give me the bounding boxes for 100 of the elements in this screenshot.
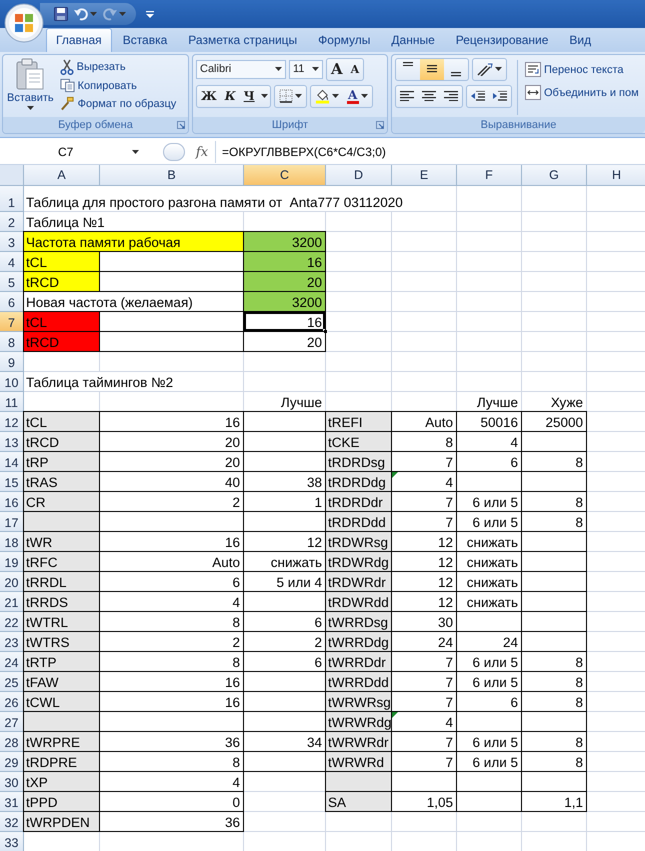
dialog-launcher-icon[interactable] <box>177 121 185 129</box>
table-cell: tRFC <box>24 552 99 571</box>
ribbon-tab[interactable]: Вид <box>559 28 602 52</box>
row-header[interactable]: 18 <box>0 532 24 552</box>
ribbon-tab[interactable]: Данные <box>381 28 445 52</box>
caret-icon <box>26 106 34 110</box>
row-header[interactable]: 29 <box>0 752 24 772</box>
row-header[interactable]: 14 <box>0 452 24 472</box>
row-header[interactable]: 12 <box>0 412 24 432</box>
row-header[interactable]: 5 <box>0 272 24 292</box>
row-header[interactable]: 24 <box>0 652 24 672</box>
row-header[interactable]: 11 <box>0 392 24 412</box>
row-header[interactable]: 31 <box>0 792 24 812</box>
caret-icon <box>312 67 319 71</box>
ribbon-tab[interactable]: Вставка <box>112 28 178 52</box>
save-button[interactable] <box>54 7 68 21</box>
row-header[interactable]: 19 <box>0 552 24 572</box>
table-cell-text: 12 <box>436 574 454 591</box>
dialog-launcher-icon[interactable] <box>376 121 384 129</box>
row-header[interactable]: 8 <box>0 332 24 352</box>
table-cell-text: 8 <box>231 654 241 671</box>
column-header[interactable]: E <box>392 165 457 186</box>
shrink-font-button[interactable]: A <box>346 58 364 80</box>
bold-button[interactable]: Ж <box>197 86 221 106</box>
row-header[interactable]: 3 <box>0 232 24 252</box>
insert-function-button[interactable]: fx <box>189 144 215 160</box>
formula-field[interactable]: =ОКРУГЛВВЕРХ(C6*C4/C3;0) <box>215 141 645 163</box>
row-header[interactable]: 30 <box>0 772 24 792</box>
table-cell-text: 6 или 5 <box>472 654 519 671</box>
row-header[interactable]: 22 <box>0 612 24 632</box>
grow-font-button[interactable]: A <box>327 58 347 80</box>
table-cell: tPPD <box>24 792 99 811</box>
table-cell: tREFI <box>326 412 391 431</box>
table-cell-text: 12 <box>306 534 323 551</box>
row-header[interactable]: 6 <box>0 292 24 312</box>
cut-button[interactable]: Вырезать <box>58 58 178 76</box>
row-header[interactable]: 26 <box>0 692 24 712</box>
row-header[interactable]: 28 <box>0 732 24 752</box>
fill-handle[interactable] <box>323 329 328 334</box>
font-name-field[interactable]: Calibri <box>196 60 286 78</box>
row-header[interactable]: 9 <box>0 352 24 372</box>
table-cell-text: 8 <box>574 654 584 671</box>
format-painter-button[interactable]: Формат по образцу <box>58 95 178 112</box>
row-header[interactable]: 27 <box>0 712 24 732</box>
row-header[interactable]: 16 <box>0 492 24 512</box>
row-header[interactable]: 33 <box>0 832 24 851</box>
vertical-align-button[interactable] <box>420 58 444 80</box>
name-box[interactable]: C7 <box>0 142 145 162</box>
clipboard-icon <box>15 58 46 90</box>
redo-button[interactable] <box>103 7 126 21</box>
paste-button[interactable]: Вставить <box>6 58 55 117</box>
table-cell-text: 24 <box>502 634 519 651</box>
merge-button[interactable]: Объединить и пом <box>523 84 641 101</box>
ribbon-tab[interactable]: Разметка страницы <box>178 28 308 52</box>
column-header[interactable]: H <box>587 165 645 186</box>
caret-icon <box>132 150 139 154</box>
resize-handle[interactable] <box>163 143 185 161</box>
table-cell-text: 8 <box>231 614 241 631</box>
row-header[interactable]: 20 <box>0 572 24 592</box>
table-cell-text: 34 <box>306 734 323 751</box>
undo-button[interactable] <box>74 7 97 21</box>
font-size-field[interactable]: 11 <box>289 60 323 78</box>
column-header[interactable]: A <box>24 165 100 186</box>
row-header[interactable]: 21 <box>0 592 24 612</box>
table-cell-text: 7 <box>444 454 454 471</box>
row-header[interactable]: 7 <box>0 312 24 332</box>
row-header[interactable]: 17 <box>0 512 24 532</box>
increase-indent-icon <box>493 90 507 102</box>
ribbon-tab[interactable]: Формулы <box>308 28 380 52</box>
font-color-button[interactable]: A <box>342 86 372 106</box>
table-cell-text: 6 <box>509 694 519 711</box>
row-header[interactable]: 4 <box>0 252 24 272</box>
table-cell-text: 12 <box>436 554 454 571</box>
column-header[interactable]: G <box>522 165 587 186</box>
row-header[interactable]: 23 <box>0 632 24 652</box>
column-header[interactable]: D <box>326 165 392 186</box>
row-header[interactable]: 32 <box>0 812 24 832</box>
caret-icon <box>275 67 282 71</box>
ribbon-tab[interactable]: Главная <box>46 28 112 52</box>
italic-button[interactable]: К <box>220 86 240 106</box>
table-cell-text: 6 <box>313 614 323 631</box>
group-title: Выравнивание <box>480 119 556 131</box>
row-header[interactable]: 10 <box>0 372 24 392</box>
row-header[interactable]: 2 <box>0 212 24 232</box>
row-header[interactable]: 15 <box>0 472 24 492</box>
row-header[interactable]: 25 <box>0 672 24 692</box>
column-header[interactable]: F <box>457 165 522 186</box>
table-cell: tCL <box>24 312 99 331</box>
wrap-text-button[interactable]: Перенос текста <box>523 61 641 78</box>
row-header[interactable]: 13 <box>0 432 24 452</box>
table-cell: tCKE <box>326 432 391 451</box>
column-header[interactable]: B <box>100 165 244 186</box>
copy-button[interactable]: Копировать <box>58 77 178 94</box>
underline-button[interactable]: Ч <box>240 86 259 106</box>
row-header[interactable]: 1 <box>0 186 24 212</box>
table-cell-text: 24 <box>436 634 454 651</box>
column-header[interactable]: C <box>244 165 326 186</box>
ribbon-tab[interactable]: Рецензирование <box>446 28 558 52</box>
table-cell-text: 20 <box>306 334 323 351</box>
customize-toolbar-button[interactable] <box>146 10 154 18</box>
